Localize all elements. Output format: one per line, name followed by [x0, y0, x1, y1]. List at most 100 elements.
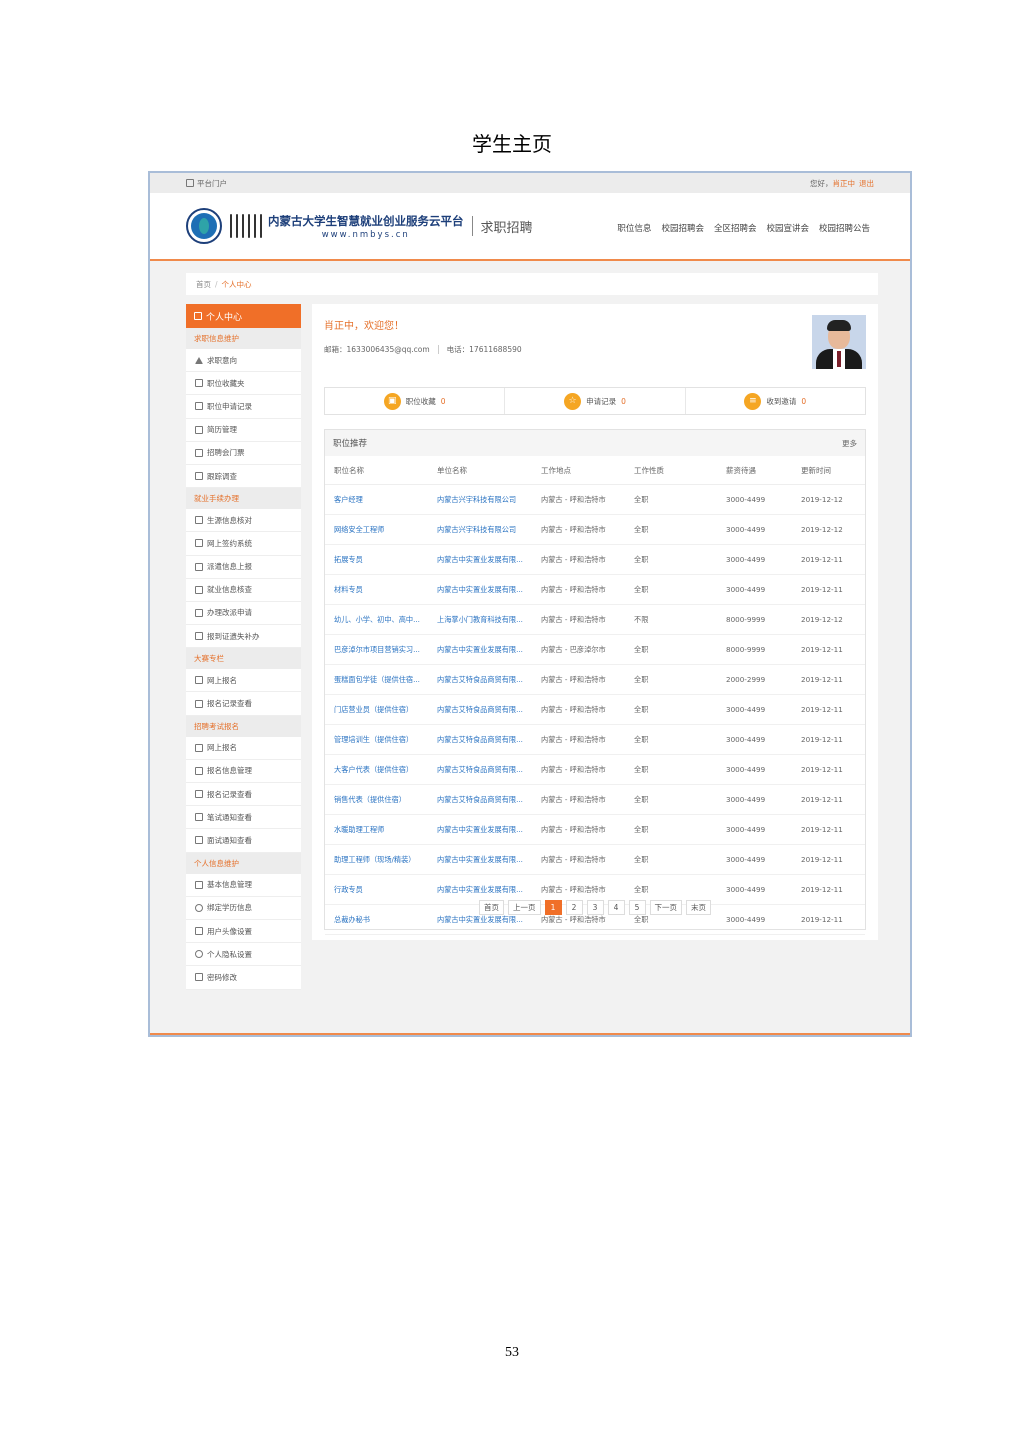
table-row[interactable]: 大客户代表（提供住宿） 内蒙古艾特食品商贸有限... 内蒙古 - 呼和浩特市 全职 30… — [325, 754, 865, 785]
sidebar-item[interactable]: 招聘会门票 — [186, 442, 301, 465]
sidebar-item[interactable]: 用户头像设置 — [186, 920, 301, 944]
nav-item[interactable]: 职位信息 — [617, 222, 651, 234]
table-cell[interactable]: 水暖助理工程师 — [325, 814, 428, 845]
table-cell[interactable]: 内蒙古中实置业发展有限... — [428, 544, 532, 575]
table-cell[interactable]: 门店营业员（提供住宿） — [325, 694, 428, 725]
person-card-icon — [195, 766, 203, 775]
main-panel: 肖正中，欢迎您！ 邮箱：1633006435@qq.com 电话：1761168… — [312, 304, 878, 940]
table-row[interactable]: 客户经理 内蒙古兴宇科技有限公司 内蒙古 - 呼和浩特市 全职 3000-4499 201… — [325, 484, 865, 515]
table-cell[interactable]: 材料专员 — [325, 574, 428, 605]
sidebar-item[interactable]: 派遣信息上报 — [186, 556, 301, 579]
university-logo[interactable] — [186, 208, 222, 244]
sidebar-item[interactable]: 报名记录查看 — [186, 783, 301, 807]
table-cell[interactable]: 拓展专员 — [325, 544, 428, 575]
table-cell[interactable]: 内蒙古兴宇科技有限公司 — [428, 514, 532, 545]
table-cell[interactable]: 巴彦淖尔市项目营销实习... — [325, 634, 428, 665]
table-cell: 全职 — [625, 724, 717, 755]
portal-link[interactable]: 平台门户 — [186, 178, 227, 189]
sidebar-item[interactable]: 密码修改 — [186, 966, 301, 990]
table-row[interactable]: 网络安全工程师 内蒙古兴宇科技有限公司 内蒙古 - 呼和浩特市 全职 3000-4499… — [325, 514, 865, 545]
more-link[interactable]: 更多 — [842, 438, 857, 449]
table-cell: 3000-4499 — [717, 694, 792, 725]
page-first-button[interactable]: 首页 — [479, 900, 504, 915]
page-number-button[interactable]: 5 — [628, 900, 646, 915]
table-row[interactable]: 管理培训生（提供住宿） 内蒙古艾特食品商贸有限... 内蒙古 - 呼和浩特市 全职 30… — [325, 724, 865, 755]
sidebar-item[interactable]: 报到证遗失补办 — [186, 625, 301, 649]
table-cell[interactable]: 上海掌小门教育科技有限... — [428, 604, 532, 635]
sidebar-head[interactable]: 个人中心 — [186, 304, 301, 328]
table-cell[interactable]: 蛋糕面包学徒（提供住宿... — [325, 664, 428, 695]
sidebar-item[interactable]: 跟踪调查 — [186, 465, 301, 489]
table-cell[interactable]: 内蒙古艾特食品商贸有限... — [428, 754, 532, 785]
table-cell: 全职 — [625, 814, 717, 845]
sidebar-item[interactable]: 职位申请记录 — [186, 395, 301, 419]
table-cell[interactable]: 内蒙古艾特食品商贸有限... — [428, 694, 532, 725]
table-cell[interactable]: 大客户代表（提供住宿） — [325, 754, 428, 785]
table-cell[interactable]: 幼儿、小学、初中、高中... — [325, 604, 428, 635]
page-prev-button[interactable]: 上一页 — [508, 900, 541, 915]
table-cell: 2019-12-12 — [792, 604, 865, 635]
sidebar-item[interactable]: 绑定学历信息 — [186, 897, 301, 920]
table-row[interactable]: 幼儿、小学、初中、高中... 上海掌小门教育科技有限... 内蒙古 - 呼和浩特市不… — [325, 604, 865, 635]
sidebar-item[interactable]: 求职意向 — [186, 349, 301, 373]
avatar[interactable] — [812, 315, 866, 369]
screenshot-frame: 平台门户 您好，肖正中 退出 内蒙古大学生智慧就业创业服务云平台 www.nmby… — [148, 171, 912, 1037]
table-row[interactable]: 材料专员 内蒙古中实置业发展有限... 内蒙古 - 呼和浩特市 全职 3000-4499… — [325, 574, 865, 605]
user-name-link[interactable]: 肖正中 — [833, 179, 856, 188]
table-cell[interactable]: 内蒙古艾特食品商贸有限... — [428, 724, 532, 755]
page-number-button[interactable]: 1 — [544, 900, 562, 915]
nav-item[interactable]: 校园宣讲会 — [766, 222, 809, 234]
sidebar-item[interactable]: 笔试通知查看 — [186, 806, 301, 830]
nav-item[interactable]: 校园招聘公告 — [819, 222, 870, 234]
logout-link[interactable]: 退出 — [859, 179, 874, 188]
table-row[interactable]: 巴彦淖尔市项目营销实习... 内蒙古中实置业发展有限... 内蒙古 - 巴彦淖尔市全… — [325, 634, 865, 665]
table-cell[interactable]: 助理工程师（现场/精装） — [325, 844, 428, 875]
site-name[interactable]: 内蒙古大学生智慧就业创业服务云平台 www.nmbys.cn — [268, 213, 464, 240]
table-cell[interactable]: 内蒙古艾特食品商贸有限... — [428, 784, 532, 815]
sidebar-item[interactable]: 职位收藏夹 — [186, 372, 301, 396]
table-cell[interactable]: 网络安全工程师 — [325, 514, 428, 545]
sidebar-group-title: 招聘考试报名 — [186, 715, 301, 737]
page-last-button[interactable]: 末页 — [686, 900, 711, 915]
stat-invitations[interactable]: ≡ 收到邀请 0 — [686, 388, 865, 414]
page-next-button[interactable]: 下一页 — [649, 900, 682, 915]
table-row[interactable]: 水暖助理工程师 内蒙古中实置业发展有限... 内蒙古 - 呼和浩特市 全职 3000-4… — [325, 814, 865, 845]
sidebar-item[interactable]: 基本信息管理 — [186, 874, 301, 897]
table-cell[interactable]: 内蒙古中实置业发展有限... — [428, 634, 532, 665]
breadcrumb-home[interactable]: 首页 — [196, 279, 211, 290]
page-number-button[interactable]: 3 — [586, 900, 604, 915]
table-cell[interactable]: 内蒙古中实置业发展有限... — [428, 844, 532, 875]
calendar-icon — [195, 402, 203, 411]
nav-item[interactable]: 全区招聘会 — [714, 222, 757, 234]
table-cell[interactable]: 内蒙古兴宇科技有限公司 — [428, 484, 532, 515]
table-cell[interactable]: 客户经理 — [325, 484, 428, 515]
sidebar-item[interactable]: 办理改派申请 — [186, 602, 301, 626]
page-number-button[interactable]: 4 — [607, 900, 625, 915]
sidebar-item[interactable]: 面试通知查看 — [186, 829, 301, 853]
sidebar-item[interactable]: 简历管理 — [186, 419, 301, 442]
sidebar-item[interactable]: 就业信息核查 — [186, 579, 301, 602]
table-cell[interactable]: 内蒙古中实置业发展有限... — [428, 574, 532, 605]
stat-favorites[interactable]: ▣ 职位收藏 0 — [325, 388, 506, 414]
stat-applications[interactable]: ☆ 申请记录 0 — [505, 388, 686, 414]
sidebar-item[interactable]: 网上报名 — [186, 737, 301, 760]
table-row[interactable]: 助理工程师（现场/精装） 内蒙古中实置业发展有限... 内蒙古 - 呼和浩特市 全职 3… — [325, 844, 865, 875]
person-card-icon — [195, 743, 203, 752]
table-row[interactable]: 门店营业员（提供住宿） 内蒙古艾特食品商贸有限... 内蒙古 - 呼和浩特市 全职 30… — [325, 694, 865, 725]
nav-item[interactable]: 校园招聘会 — [661, 222, 704, 234]
sidebar-item[interactable]: 生源信息核对 — [186, 509, 301, 533]
table-cell[interactable]: 销售代表（提供住宿） — [325, 784, 428, 815]
sidebar-item[interactable]: 个人隐私设置 — [186, 943, 301, 967]
table-cell[interactable]: 内蒙古中实置业发展有限... — [428, 814, 532, 845]
table-row[interactable]: 拓展专员 内蒙古中实置业发展有限... 内蒙古 - 呼和浩特市 全职 3000-4499… — [325, 544, 865, 575]
sidebar-item[interactable]: 网上报名 — [186, 669, 301, 693]
table-cell[interactable]: 管理培训生（提供住宿） — [325, 724, 428, 755]
sidebar-item[interactable]: 报名信息管理 — [186, 760, 301, 783]
page-number-button[interactable]: 2 — [565, 900, 583, 915]
table-row[interactable]: 蛋糕面包学徒（提供住宿... 内蒙古艾特食品商贸有限... 内蒙古 - 呼和浩特市全… — [325, 664, 865, 695]
sidebar-item[interactable]: 网上签约系统 — [186, 532, 301, 556]
sidebar-item[interactable]: 报名记录查看 — [186, 692, 301, 716]
person-card-icon — [195, 632, 203, 641]
table-row[interactable]: 销售代表（提供住宿） 内蒙古艾特食品商贸有限... 内蒙古 - 呼和浩特市 全职 300… — [325, 784, 865, 815]
table-cell[interactable]: 内蒙古艾特食品商贸有限... — [428, 664, 532, 695]
